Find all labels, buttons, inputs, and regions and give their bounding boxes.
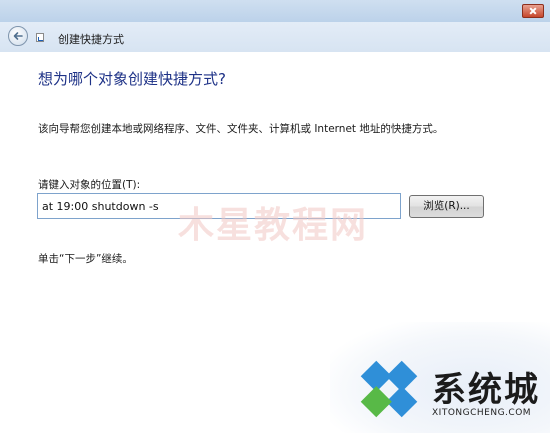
- wizard-header: 创建快捷方式: [0, 22, 550, 52]
- watermark: 木星教程网: [178, 205, 369, 246]
- close-button[interactable]: [522, 4, 544, 18]
- brand-logo-icon: [360, 360, 418, 418]
- wizard-description: 该向导帮您创建本地或网络程序、文件、文件夹、计算机或 Internet 地址的快…: [38, 123, 444, 135]
- logo-tile-bottom: [360, 386, 392, 418]
- window-title: 创建快捷方式: [58, 33, 124, 46]
- brand-name: 系统城: [432, 370, 540, 410]
- title-bar: [0, 0, 550, 22]
- brand-domain: XITONGCHENG.COM: [432, 408, 532, 418]
- shortcut-wizard-icon: [36, 33, 44, 42]
- back-arrow-icon: [13, 32, 23, 40]
- next-step-hint: 单击“下一步”继续。: [38, 253, 133, 265]
- create-shortcut-window: 创建快捷方式 想为哪个对象创建快捷方式? 该向导帮您创建本地或网络程序、文件、文…: [0, 0, 550, 433]
- browse-button[interactable]: 浏览(R)...: [409, 195, 484, 218]
- page-heading: 想为哪个对象创建快捷方式?: [38, 70, 226, 88]
- location-label: 请键入对象的位置(T):: [38, 179, 141, 191]
- back-button[interactable]: [8, 26, 28, 46]
